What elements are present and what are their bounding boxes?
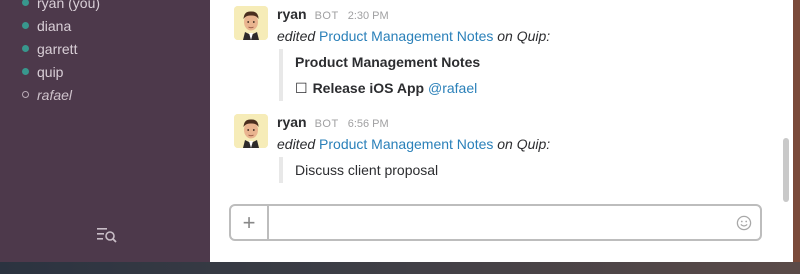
quote-title: Product Management Notes: [279, 49, 550, 75]
presence-away-icon: [22, 91, 29, 98]
dm-item-ryan[interactable]: ryan (you): [0, 0, 210, 14]
action-line: edited Product Management Notes on Quip:: [277, 136, 550, 152]
sender-name[interactable]: ryan: [277, 114, 307, 130]
quote-task: ☐ Release iOS App @rafael: [279, 75, 550, 101]
avatar[interactable]: [234, 114, 268, 148]
action-line: edited Product Management Notes on Quip:: [277, 28, 550, 44]
doc-link[interactable]: Product Management Notes: [319, 28, 493, 44]
bot-badge: BOT: [314, 10, 339, 22]
action-prefix: edited: [277, 28, 316, 44]
avatar[interactable]: [234, 6, 268, 40]
dm-item-rafael[interactable]: rafael: [0, 83, 210, 106]
message-input[interactable]: [269, 206, 728, 239]
dm-label: rafael: [37, 86, 73, 103]
dm-label: quip: [37, 63, 64, 80]
presence-online-icon: [22, 45, 29, 52]
bot-badge: BOT: [314, 118, 339, 130]
message-composer: +: [229, 204, 762, 241]
action-suffix: on Quip:: [497, 136, 551, 152]
direct-message-list: ryan (you) diana garrett quip rafael: [0, 0, 210, 106]
sender-name[interactable]: ryan: [277, 6, 307, 22]
presence-online-icon: [22, 0, 29, 6]
scrollbar-thumb[interactable]: [783, 138, 789, 202]
dm-item-diana[interactable]: diana: [0, 14, 210, 37]
timestamp[interactable]: 6:56 PM: [348, 118, 389, 130]
dm-label: ryan (you): [37, 0, 101, 11]
action-prefix: edited: [277, 136, 316, 152]
attach-plus-button[interactable]: +: [231, 206, 269, 239]
message-body: ryan BOT 6:56 PM edited Product Manageme…: [277, 114, 550, 183]
desktop-background: [0, 262, 800, 274]
dm-label: garrett: [37, 40, 78, 57]
dm-item-garrett[interactable]: garrett: [0, 37, 210, 60]
presence-online-icon: [22, 68, 29, 75]
dm-label: diana: [37, 17, 72, 34]
message: ryan BOT 2:30 PM edited Product Manageme…: [234, 6, 550, 101]
quote-text: Discuss client proposal: [279, 157, 550, 183]
task-text: Release iOS App: [312, 80, 425, 96]
message-header: ryan BOT 6:56 PM: [277, 114, 550, 132]
dm-item-quip[interactable]: quip: [0, 60, 210, 83]
timestamp[interactable]: 2:30 PM: [348, 10, 389, 22]
app-window: ryan (you) diana garrett quip rafael rya…: [0, 0, 793, 262]
smiley-icon[interactable]: [728, 206, 760, 239]
search-list-icon[interactable]: [96, 226, 118, 244]
sidebar: ryan (you) diana garrett quip rafael: [0, 0, 210, 262]
message: ryan BOT 6:56 PM edited Product Manageme…: [234, 114, 550, 183]
mention-link[interactable]: @rafael: [428, 80, 477, 96]
message-pane: ryan BOT 2:30 PM edited Product Manageme…: [210, 0, 793, 262]
message-body: ryan BOT 2:30 PM edited Product Manageme…: [277, 6, 550, 101]
checkbox-icon: ☐: [295, 79, 308, 96]
presence-online-icon: [22, 22, 29, 29]
action-suffix: on Quip:: [497, 28, 551, 44]
doc-link[interactable]: Product Management Notes: [319, 136, 493, 152]
message-header: ryan BOT 2:30 PM: [277, 6, 550, 24]
